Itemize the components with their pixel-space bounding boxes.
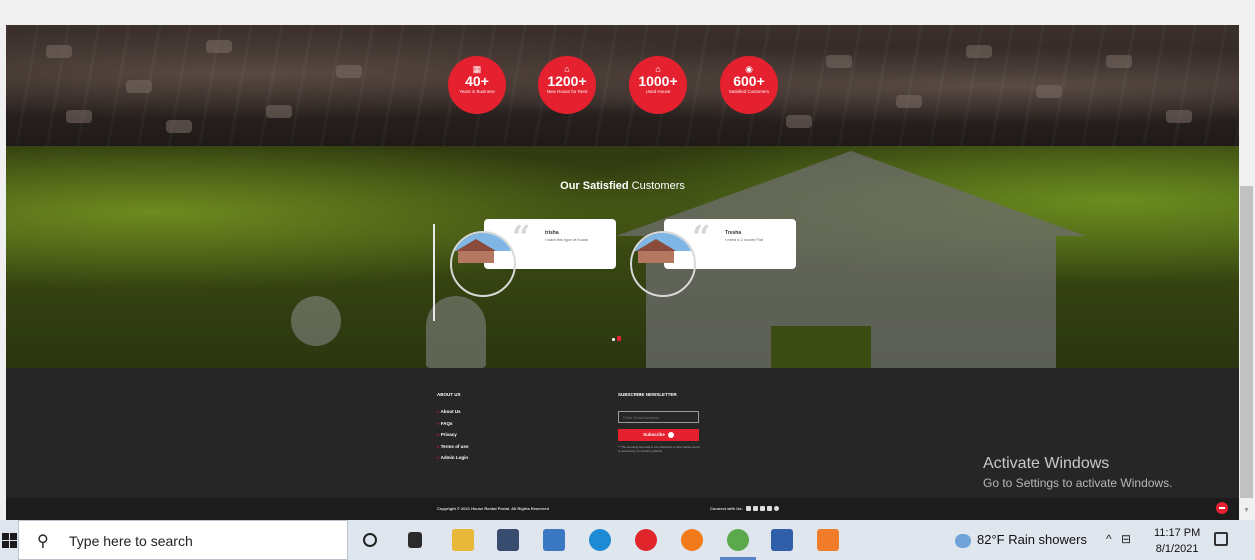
stat-satisfied-customers: ◉ 600+ Satisfied Customers <box>720 56 778 114</box>
testimonials-section: Our Satisfied Customers “ trisha I want … <box>6 146 1239 368</box>
carousel-divider <box>433 224 435 321</box>
taskbar-search-box[interactable]: ⚲ Type here to search <box>18 520 348 560</box>
avatar <box>630 231 696 297</box>
section-title: Our Satisfied Customers <box>560 180 685 192</box>
avatar <box>450 231 516 297</box>
footer-link-terms[interactable]: Terms of use <box>437 444 469 456</box>
xampp-icon[interactable] <box>817 529 839 551</box>
chat-button[interactable] <box>1216 502 1228 514</box>
search-icon: ⚲ <box>37 533 49 550</box>
network-icon[interactable]: ⊟ <box>1121 532 1131 546</box>
chevron-up-icon[interactable]: ^ <box>1106 532 1112 546</box>
facebook-icon[interactable] <box>745 506 751 512</box>
windows-taskbar: ⚲ Type here to search 82°F Rain showers … <box>0 520 1255 560</box>
mail-icon[interactable] <box>543 529 565 551</box>
about-title: ABOUT US <box>437 392 461 397</box>
vertical-scrollbar[interactable]: ▼ <box>1239 0 1255 520</box>
footer-bottom-bar: Copyright © 2021 House Rental Portal. Al… <box>6 498 1239 520</box>
footer: ABOUT US About Us FAQs Privacy Terms of … <box>6 368 1239 520</box>
carousel-dots <box>612 328 623 346</box>
activate-windows-watermark: Activate Windows Go to Settings to activ… <box>983 455 1173 490</box>
stat-new-house-for-rent: ⌂ 1200+ New House for Rent <box>538 56 596 114</box>
edge-icon[interactable] <box>589 529 611 551</box>
opera-icon[interactable] <box>635 529 657 551</box>
system-tray[interactable]: ^ ⊟ <box>1106 532 1131 546</box>
instagram-icon[interactable] <box>766 506 772 512</box>
subscribe-button[interactable]: Subscribe <box>618 429 699 441</box>
stat-years-in-business: ▦ 40+ Years in Business <box>448 56 506 114</box>
background-tree-graphic <box>291 296 341 346</box>
scrollbar-thumb[interactable] <box>1240 186 1253 498</box>
quote-icon: “ <box>692 218 711 256</box>
scroll-down-arrow-icon[interactable]: ▼ <box>1243 507 1250 514</box>
weather-icon <box>955 533 971 548</box>
stats-section: ▦ 40+ Years in Business ⌂ 1200+ New Hous… <box>6 25 1239 146</box>
footer-link-admin-login[interactable]: Admin Login <box>437 455 469 467</box>
background-person-graphic <box>426 296 486 368</box>
pinterest-icon[interactable] <box>773 506 779 512</box>
footer-links: About Us FAQs Privacy Terms of use Admin… <box>437 409 469 467</box>
linkedin-icon[interactable] <box>759 506 765 512</box>
word-icon[interactable] <box>771 529 793 551</box>
newsletter-note: ** The Housing site data is not publishe… <box>618 445 700 453</box>
firefox-icon[interactable] <box>681 529 703 551</box>
notification-center-icon[interactable] <box>1214 532 1228 546</box>
file-explorer-icon[interactable] <box>452 529 474 551</box>
browser-viewport: ▦ 40+ Years in Business ⌂ 1200+ New Hous… <box>0 0 1255 520</box>
carousel-dot-active[interactable] <box>617 336 621 341</box>
start-button[interactable] <box>0 530 18 550</box>
social-links: Connect with Us: <box>710 506 779 512</box>
email-input[interactable] <box>618 411 699 423</box>
footer-link-faqs[interactable]: FAQs <box>437 421 468 433</box>
stat-used-house: ⌂ 1000+ Used House <box>629 56 687 114</box>
chrome-icon[interactable] <box>727 529 749 551</box>
footer-link-about-us[interactable]: About Us <box>437 409 468 421</box>
copyright-text: Copyright © 2021 House Rental Portal. Al… <box>437 506 549 511</box>
twitter-icon[interactable] <box>752 506 758 512</box>
cortana-icon[interactable] <box>363 533 377 547</box>
taskbar-clock[interactable]: 11:17 PM 8/1/2021 <box>1154 525 1200 557</box>
newsletter-title: SUBSCRIBE NEWSLETTER <box>618 392 677 397</box>
weather-widget[interactable]: 82°F Rain showers <box>955 532 1087 548</box>
carousel-dot[interactable] <box>612 338 615 341</box>
store-icon[interactable] <box>497 529 519 551</box>
task-view-icon[interactable] <box>408 532 422 548</box>
web-page: ▦ 40+ Years in Business ⌂ 1200+ New Hous… <box>6 25 1239 520</box>
footer-link-privacy[interactable]: Privacy <box>437 432 468 444</box>
send-icon <box>667 432 674 438</box>
quote-icon: “ <box>512 218 531 256</box>
